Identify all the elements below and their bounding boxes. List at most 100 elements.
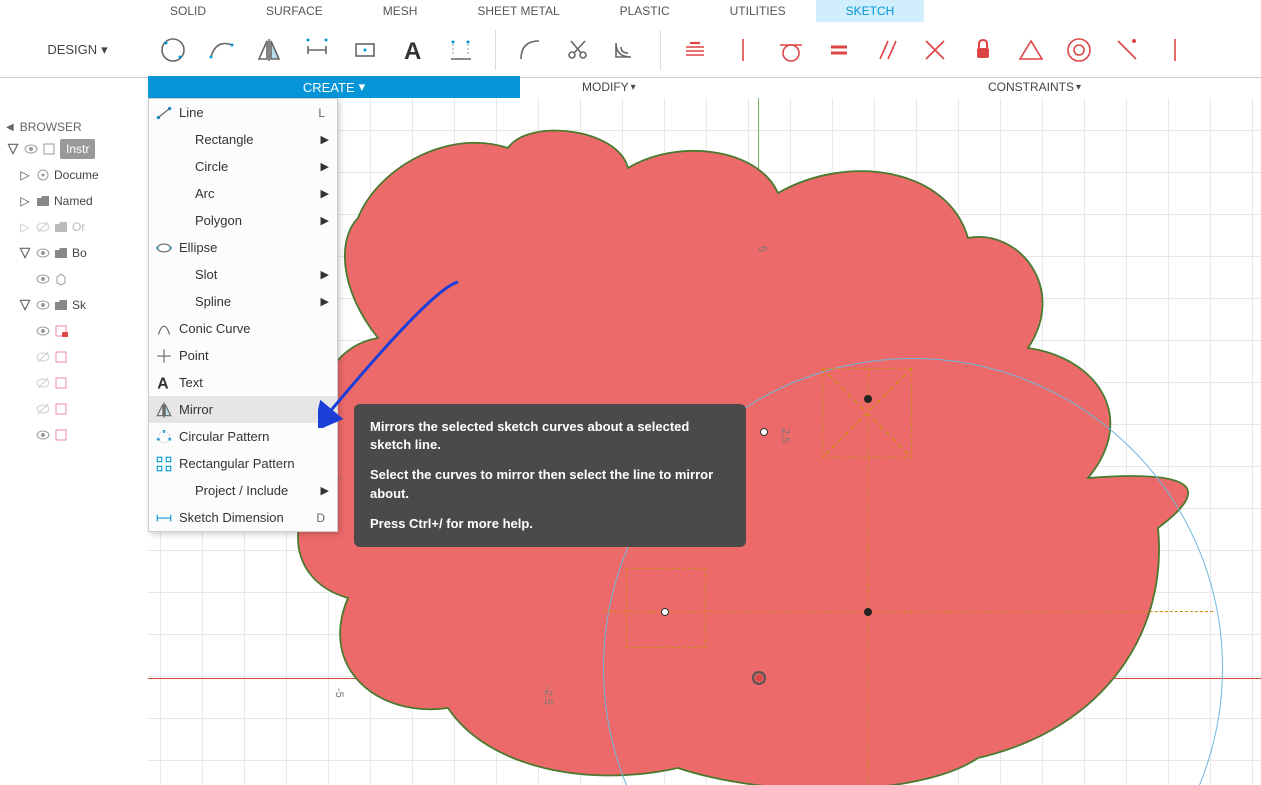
menu-rectangular-pattern[interactable]: Rectangular Pattern [149,450,337,477]
visibility-icon[interactable] [24,142,38,156]
circle-tool-icon[interactable] [155,32,191,68]
tab-mesh[interactable]: MESH [353,0,448,22]
visibility-icon[interactable] [36,324,50,338]
menu-line[interactable]: Line L [149,99,337,126]
menu-ellipse[interactable]: Ellipse [149,234,337,261]
design-workspace-dropdown[interactable]: DESIGN ▾ [10,42,145,58]
text-tool-icon[interactable]: A [395,32,431,68]
tree-body-item-row[interactable] [2,266,146,292]
mirror-icon [155,401,173,419]
menu-point[interactable]: Point [149,342,337,369]
menu-circle[interactable]: Circle ▶ [149,153,337,180]
sketch-point[interactable] [864,395,872,403]
expand-triangle-icon: ▷ [18,194,32,208]
menu-slot[interactable]: Slot ▶ [149,261,337,288]
submenu-arrow-icon: ▶ [321,187,329,200]
sketch-point[interactable] [661,608,669,616]
sketch-point[interactable] [864,608,872,616]
visibility-off-icon[interactable] [36,402,50,416]
visibility-icon[interactable] [36,428,50,442]
visibility-icon[interactable] [36,298,50,312]
menu-project-include[interactable]: Project / Include ▶ [149,477,337,504]
create-panel-dropdown[interactable]: CREATE▾ [148,76,520,98]
axis-tick-neg25: -2.5 [542,686,554,705]
menu-arc[interactable]: Arc ▶ [149,180,337,207]
tangent-constraint-icon[interactable] [773,32,809,68]
browser-header[interactable]: ◀ BROWSER [2,118,146,136]
spacer [171,293,189,311]
construction-line-vertical[interactable] [868,368,869,785]
ellipse-icon [155,239,173,257]
sketch-icon [54,428,68,442]
tab-plastic[interactable]: PLASTIC [590,0,700,22]
menu-rectangle[interactable]: Rectangle ▶ [149,126,337,153]
tree-root-row[interactable]: Instr [2,136,146,162]
parallel-constraint-icon[interactable] [869,32,905,68]
fillet-tool-icon[interactable] [512,32,548,68]
tree-document-row[interactable]: ▷ Docume [2,162,146,188]
coincident-constraint-icon[interactable] [917,32,953,68]
menu-label: Sketch Dimension [179,510,316,525]
menu-text[interactable]: A Text [149,369,337,396]
mirror-tool-icon[interactable] [251,32,287,68]
tree-bodies-row[interactable]: Bo [2,240,146,266]
menu-polygon[interactable]: Polygon ▶ [149,207,337,234]
menu-circular-pattern[interactable]: Circular Pattern [149,423,337,450]
constraints-tool-group [667,32,1203,68]
expand-triangle-icon [18,246,32,260]
equal-constraint-icon[interactable] [821,32,857,68]
tree-sketch-item-row[interactable] [2,370,146,396]
modify-panel-dropdown[interactable]: MODIFY▾ [582,80,636,94]
visibility-off-icon[interactable] [36,376,50,390]
tree-sketch-item-row[interactable] [2,344,146,370]
tab-sheetmetal[interactable]: SHEET METAL [447,0,589,22]
tree-sketch-item-row[interactable] [2,396,146,422]
horizontal-constraint-icon[interactable] [677,32,713,68]
circular-pattern-icon [155,428,173,446]
rectangle-tool-icon[interactable] [347,32,383,68]
tree-sketch-item-row[interactable] [2,422,146,448]
constraints-panel-dropdown[interactable]: CONSTRAINTS▾ [988,80,1081,94]
visibility-icon[interactable] [36,246,50,260]
menu-spline[interactable]: Spline ▶ [149,288,337,315]
tooltip-line3: Press Ctrl+/ for more help. [370,515,730,533]
concentric-constraint-icon[interactable] [1061,32,1097,68]
offset-tool-icon[interactable] [608,32,644,68]
arc-tool-icon[interactable] [203,32,239,68]
create-dropdown-menu: Line L Rectangle ▶ Circle ▶ Arc ▶ Polygo… [148,98,338,532]
tab-utilities[interactable]: UTILITIES [700,0,816,22]
tab-surface[interactable]: SURFACE [236,0,353,22]
axis-tick-neg5: -5 [333,688,345,698]
tab-solid[interactable]: SOLID [140,0,236,22]
vertical-constraint-icon[interactable] [725,32,761,68]
tree-origin-row[interactable]: ▷ Or [2,214,146,240]
collinear-constraint-icon[interactable] [1157,32,1193,68]
tree-sketch-item-row[interactable] [2,318,146,344]
tree-named-row[interactable]: ▷ Named [2,188,146,214]
sketch-locked-icon [54,324,68,338]
visibility-off-icon[interactable] [36,220,50,234]
tab-sketch[interactable]: SKETCH [816,0,925,22]
menu-label: Line [179,105,318,120]
menu-conic[interactable]: Conic Curve [149,315,337,342]
folder-icon [54,298,68,312]
dimension-tool-icon[interactable] [299,32,335,68]
sketch-point[interactable] [760,428,768,436]
tree-sketches-row[interactable]: Sk [2,292,146,318]
trim-tool-icon[interactable] [560,32,596,68]
project-tool-icon[interactable] [443,32,479,68]
menu-sketch-dimension[interactable]: Sketch Dimension D [149,504,337,531]
mirror-tooltip: Mirrors the selected sketch curves about… [354,404,746,547]
origin-point[interactable] [752,671,766,685]
browser-panel: ◀ BROWSER Instr ▷ Docume ▷ Named ▷ Or Bo [0,110,148,456]
fix-constraint-icon[interactable] [965,32,1001,68]
tree-label: Bo [72,246,87,260]
construction-line-horizontal[interactable] [603,611,1213,612]
toolbar-divider [660,30,661,70]
visibility-icon[interactable] [36,272,50,286]
midpoint-constraint-icon[interactable] [1013,32,1049,68]
svg-text:A: A [157,375,168,391]
menu-mirror[interactable]: Mirror [149,396,337,423]
visibility-off-icon[interactable] [36,350,50,364]
perpendicular-constraint-icon[interactable] [1109,32,1145,68]
